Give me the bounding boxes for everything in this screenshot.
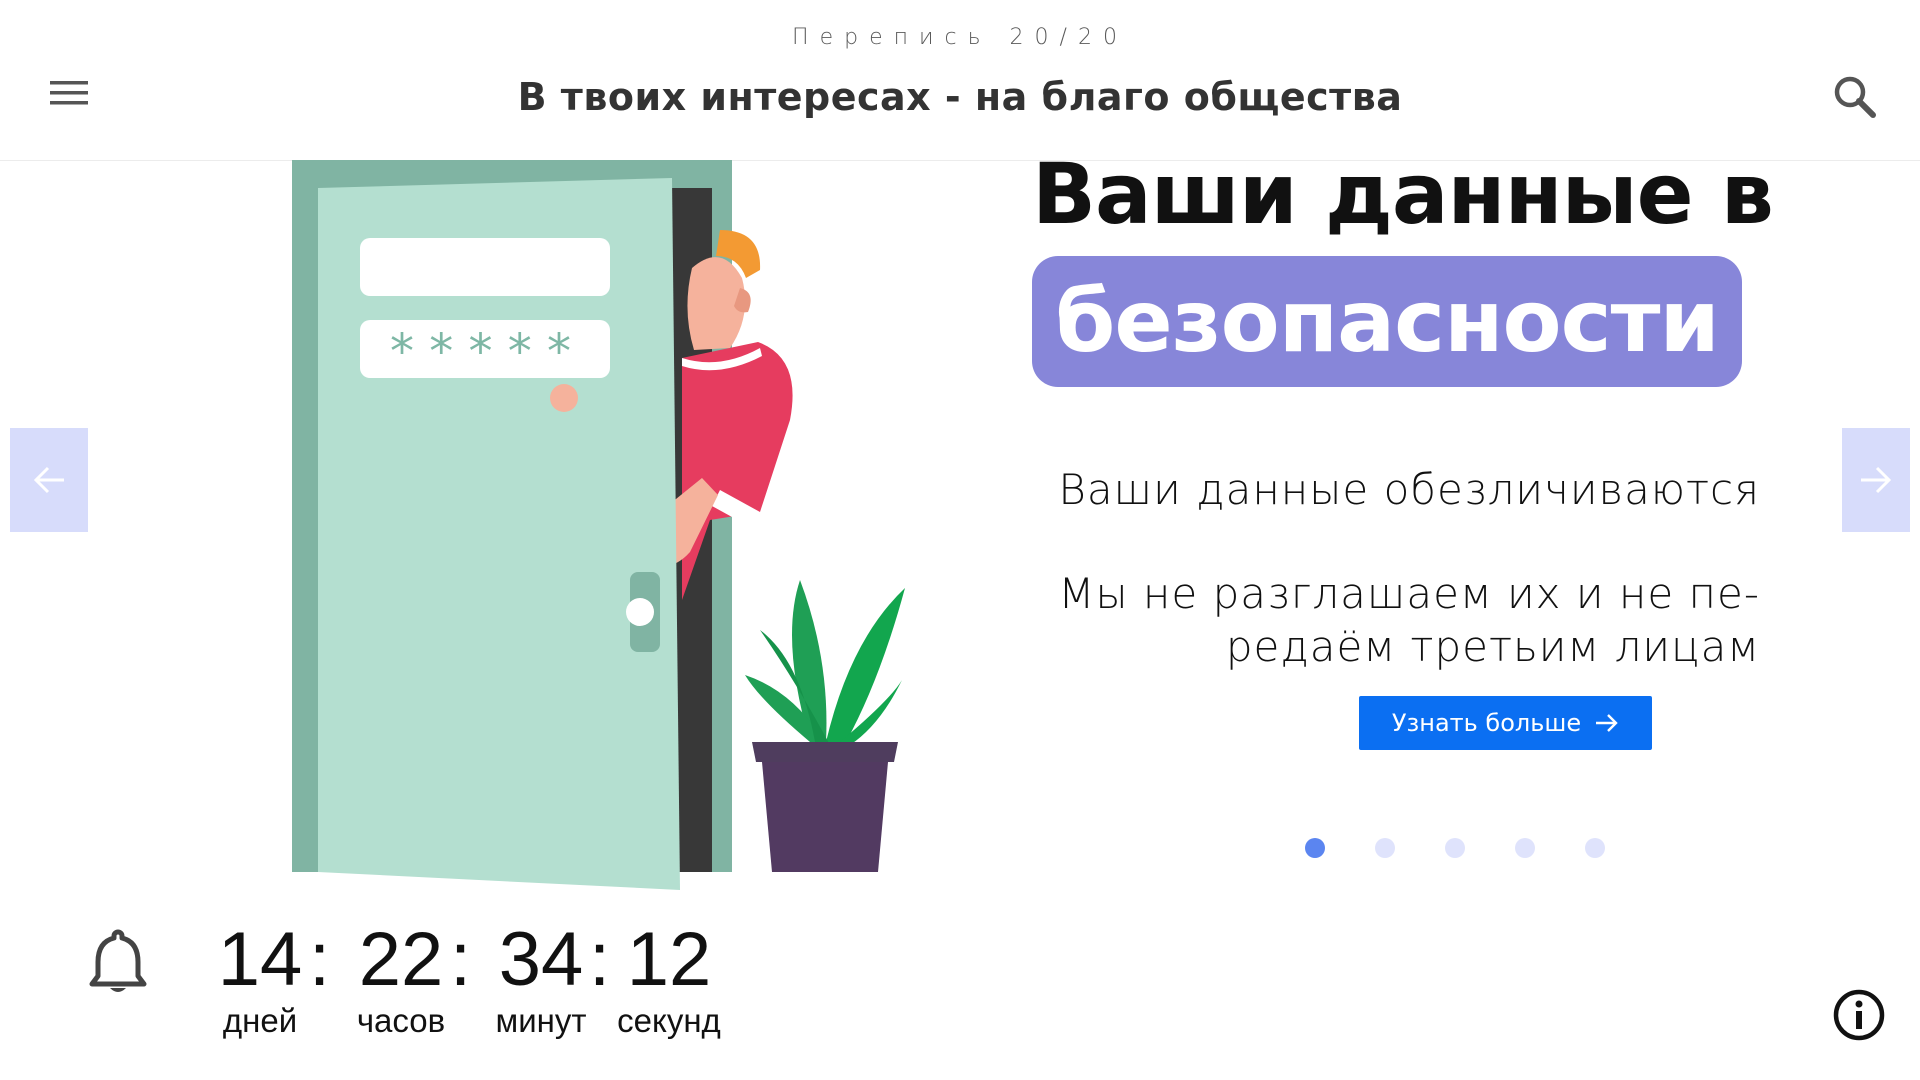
door-knob (626, 598, 654, 626)
description-line: Мы не разглашаем их и не пе- (1058, 569, 1760, 618)
countdown-seconds-value: 12 (626, 917, 712, 1002)
arrow-right-icon (1861, 466, 1892, 494)
countdown-days-label: дней (222, 1002, 298, 1039)
brand-logo-text[interactable]: Перепись 20/20 (0, 25, 1920, 50)
slide-description-no-disclosure: Мы не разглашаем их и не пе- редаём трет… (1032, 567, 1760, 673)
door-field-username (360, 238, 610, 296)
search-button[interactable] (1832, 74, 1878, 120)
countdown-minutes-label: минут (495, 1002, 587, 1039)
countdown-separator: : (589, 917, 611, 1002)
plant-pot-rim (752, 742, 898, 762)
countdown-minutes: 34 минут (477, 918, 605, 1040)
countdown-separator: : (309, 917, 331, 1002)
learn-more-button[interactable]: Узнать больше (1359, 696, 1652, 750)
slide-headline: Ваши данные в (1032, 145, 1774, 243)
site-header: Перепись 20/20 В твоих интересах - на бл… (0, 0, 1920, 161)
carousel-dot-1[interactable] (1305, 838, 1325, 858)
carousel-pagination (1305, 838, 1605, 858)
countdown-hours-value: 22 (358, 917, 444, 1002)
countdown-hours-label: часов (356, 1002, 446, 1039)
countdown-minutes-value: 34 (498, 917, 584, 1002)
learn-more-label: Узнать больше (1391, 709, 1582, 737)
plant-pot (762, 762, 888, 872)
arrow-left-icon (33, 466, 64, 494)
carousel-prev-button[interactable] (10, 428, 88, 532)
reminder-button[interactable] (88, 928, 148, 996)
arrow-right-icon (1596, 714, 1618, 732)
carousel-dot-2[interactable] (1375, 838, 1395, 858)
description-line: редаём третьим лицам (1225, 622, 1760, 671)
hamburger-icon (50, 81, 88, 105)
bell-icon (89, 929, 147, 992)
info-button[interactable] (1832, 988, 1886, 1042)
countdown-seconds: 12 секунд (609, 918, 729, 1040)
countdown-seconds-label: секунд (617, 1002, 721, 1039)
plant-leaf (826, 588, 905, 742)
slide-headline-highlight: безопасности (1055, 271, 1719, 372)
security-illustration: * * * * * (290, 160, 910, 890)
password-mask: * * * * * (390, 324, 571, 380)
header-tagline: В твоих интересах - на благо общества (517, 75, 1403, 119)
countdown-days-value: 14 (217, 917, 303, 1002)
carousel-next-button[interactable] (1842, 428, 1910, 532)
carousel-dot-3[interactable] (1445, 838, 1465, 858)
carousel-dot-5[interactable] (1585, 838, 1605, 858)
magnifier-icon (1834, 76, 1876, 118)
slide-description-anonymized: Ваши данные обезличиваются (1058, 465, 1760, 514)
carousel-dot-4[interactable] (1515, 838, 1535, 858)
countdown-days: 14 дней (205, 918, 315, 1040)
menu-button[interactable] (50, 78, 90, 108)
countdown-hours: 22 часов (338, 918, 464, 1040)
info-icon (1833, 989, 1885, 1041)
countdown-separator: : (450, 917, 472, 1002)
